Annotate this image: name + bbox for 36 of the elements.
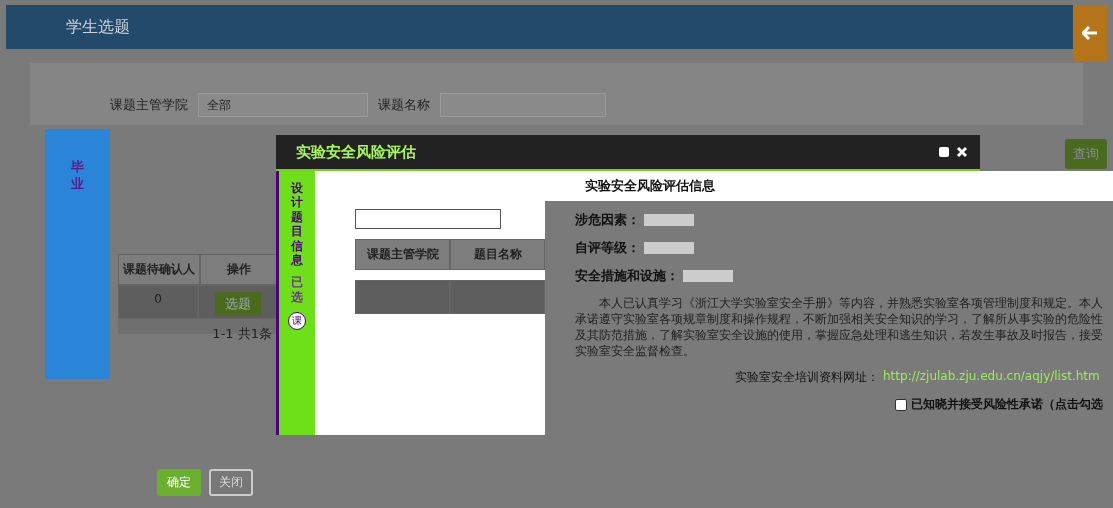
- page-title: 学生选题: [65, 16, 130, 38]
- filter-label: 课题主管学院: [110, 96, 188, 114]
- column-header: 操作: [200, 254, 278, 285]
- maximize-icon[interactable]: [938, 146, 950, 158]
- table-cell: 0: [118, 285, 198, 319]
- close-button[interactable]: 关闭: [209, 469, 253, 496]
- column-header: 课题主管学院: [355, 239, 450, 270]
- close-icon[interactable]: [956, 146, 968, 158]
- pagination-text: 1-1 共1条: [211, 325, 273, 343]
- back-button[interactable]: [1073, 5, 1107, 61]
- field-label: 安全措施和设施：: [575, 267, 679, 285]
- filter-label: 课题名称: [378, 96, 430, 114]
- agree-checkbox[interactable]: 已知晓并接受风险性承诺（点击勾选: [895, 396, 1103, 413]
- search-field[interactable]: [355, 209, 501, 229]
- link-label: 实验室安全培训资料网址：: [735, 369, 879, 386]
- field-label: 自评等级：: [575, 239, 640, 257]
- step-tab[interactable]: 设计题目信息: [291, 181, 303, 268]
- commitment-text: 本人已认真学习《浙江大学实验室安全手册》等内容，并熟悉实验室各项管理制度和规定。本人承诺遵守实验室各项规章制度和操作规程，不断加强相关安全知识的学习，了解所从事实验的危险性及其防范措施，了解实验室安全设施的使用，掌握应急处理和逃生知识，若发生事故及时报告，接受实验室安全监督检查。: [575, 295, 1103, 359]
- step-tab[interactable]: 已选: [291, 275, 303, 305]
- column-header: 题目名称: [450, 239, 545, 270]
- step-badge: 课: [288, 312, 306, 331]
- checkbox-icon[interactable]: [895, 398, 907, 411]
- college-select[interactable]: 全部: [198, 93, 368, 117]
- resource-link[interactable]: http://zjulab.zju.edu.cn/aqjy/list.htm: [883, 369, 1100, 386]
- select-topic-button[interactable]: 选题: [215, 292, 261, 316]
- confirm-button[interactable]: 确定: [157, 469, 201, 496]
- field-label: 涉危因素：: [575, 211, 640, 229]
- blurred-value: [683, 270, 733, 282]
- column-header: 课题待确认人: [118, 254, 200, 285]
- sidebar-label: 毕业: [71, 159, 84, 193]
- arrow-left-icon: [1082, 26, 1098, 40]
- blurred-value: [644, 214, 694, 226]
- section-heading: 实验安全风险评估信息: [545, 171, 1113, 201]
- modal-title: 实验安全风险评估: [296, 142, 416, 162]
- query-button[interactable]: 查询: [1065, 139, 1107, 169]
- blurred-value: [644, 242, 694, 254]
